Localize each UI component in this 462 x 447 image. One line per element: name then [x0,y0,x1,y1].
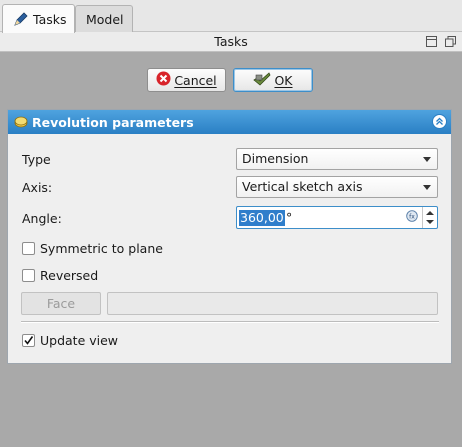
angle-unit: ° [286,210,293,225]
tab-tasks[interactable]: Tasks [2,4,75,33]
face-button-label: Face [46,296,76,311]
angle-label: Angle: [22,211,62,226]
axis-value: Vertical sketch axis [242,179,363,194]
chevron-down-icon [423,157,431,162]
reversed-label: Reversed [40,268,99,283]
chevron-down-icon [423,185,431,190]
tab-model-label: Model [86,11,124,27]
tab-model[interactable]: Model [75,5,133,32]
spin-up-icon[interactable] [426,211,434,215]
cancel-icon [156,71,171,89]
update-view-checkbox[interactable] [22,334,35,347]
dock-icon[interactable] [425,35,438,48]
cancel-button[interactable]: Cancel [147,68,226,92]
panel-title: Tasks [214,34,248,49]
tab-tasks-label: Tasks [33,11,67,27]
collapse-icon[interactable] [432,114,447,129]
type-value: Dimension [242,151,309,166]
spin-down-icon[interactable] [426,220,434,224]
symmetric-checkbox[interactable] [22,242,35,255]
float-icon[interactable] [444,35,457,48]
type-select[interactable]: Dimension [236,148,438,170]
axis-select[interactable]: Vertical sketch axis [236,176,438,198]
expression-icon[interactable]: fx [406,210,418,222]
panel-title-bar: Tasks [0,32,462,52]
symmetric-label: Symmetric to plane [40,241,163,256]
type-label: Type [22,152,51,167]
separator [21,321,439,323]
revolution-parameters-panel: Revolution parameters Type Dimension Axi… [7,109,452,364]
checkmark-icon [24,336,34,345]
tab-bar: Tasks Model [0,0,462,33]
revolution-parameters-header[interactable]: Revolution parameters [8,110,451,134]
face-field [107,292,438,315]
face-button[interactable]: Face [21,292,101,315]
ok-label: OK [274,72,293,88]
spin-arrows[interactable] [422,207,437,228]
reversed-checkbox[interactable] [22,269,35,282]
ok-button[interactable]: OK [233,68,313,92]
angle-spinbox[interactable]: 360,00 ° fx [236,206,438,229]
axis-label: Axis: [22,180,53,195]
update-view-label: Update view [40,333,119,348]
revolution-icon [14,115,28,129]
cancel-label: Cancel [174,72,217,88]
svg-text:fx: fx [409,213,415,220]
angle-value[interactable]: 360,00 [239,210,285,226]
ok-icon [253,71,271,89]
pencil-icon [13,11,29,27]
revolution-parameters-title: Revolution parameters [32,114,194,130]
